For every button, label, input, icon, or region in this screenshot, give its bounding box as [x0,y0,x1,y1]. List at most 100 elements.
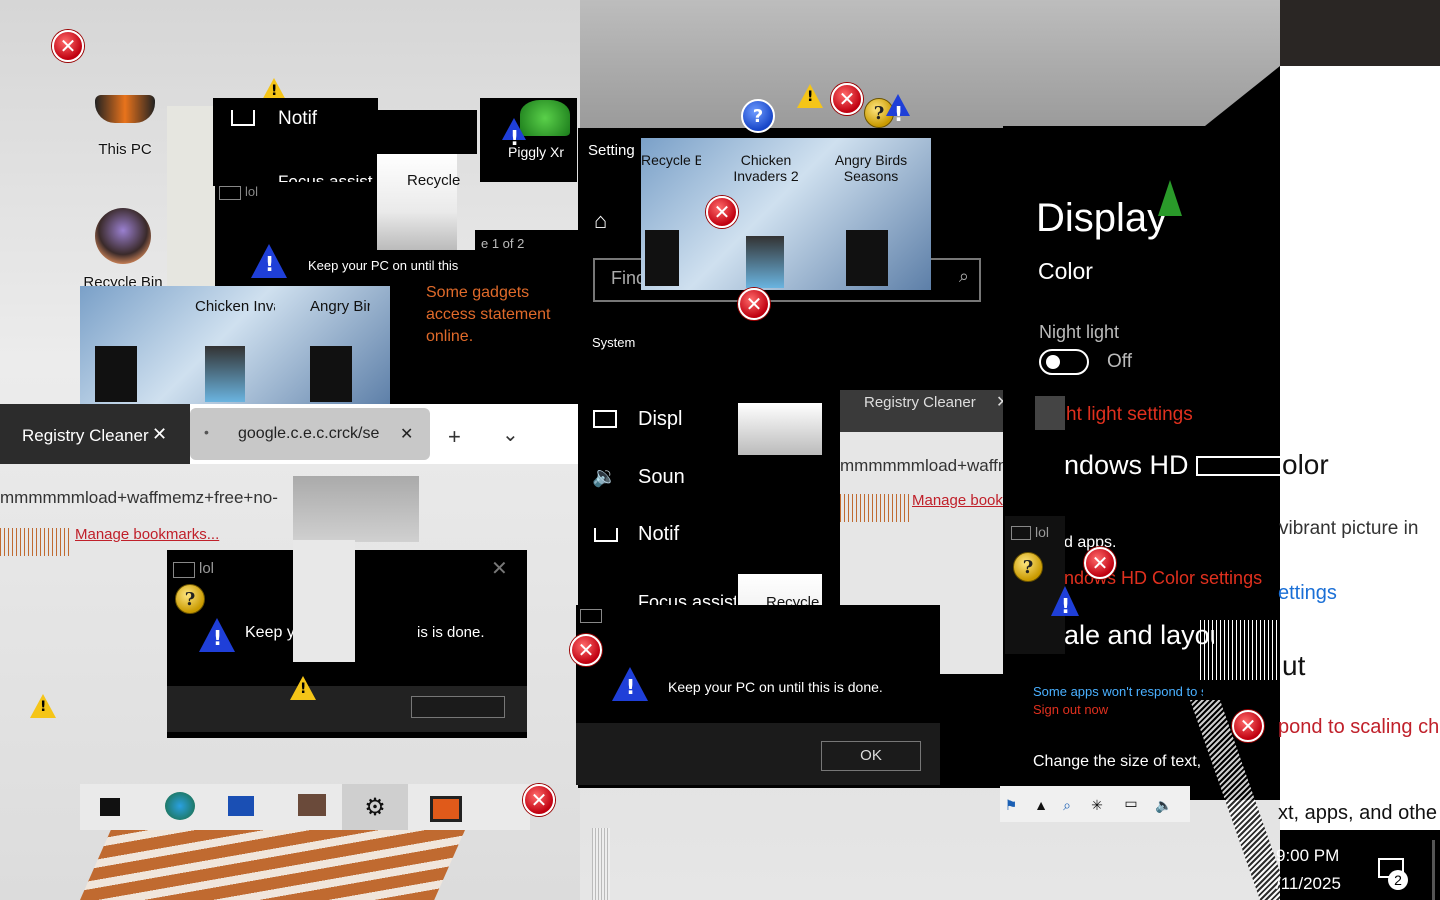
tab-dot-icon: • [204,424,209,440]
network-tray-icon[interactable]: ✳ [1088,796,1106,814]
monitor-icon [593,410,617,428]
browser-tab-registry-cleaner[interactable]: Registry Cleaner ✕ [0,404,190,464]
game-box-icon [746,236,784,288]
recycle-label: Recycle [407,172,461,189]
dialog-message: Keep y [245,624,295,641]
error-icon: ✕ [523,784,555,816]
game-box-icon [205,346,245,402]
christmas-tree-icon [1158,180,1182,216]
notif-nav-label: Notif [278,108,318,129]
error-icon: ✕ [706,196,738,228]
this-pc-desktop-icon[interactable]: This PC [80,95,170,165]
app-taskbar-icon[interactable] [430,796,462,822]
night-light-toggle[interactable] [1039,349,1089,375]
scale-layout-heading: ale and layout [1064,620,1214,650]
search-icon: ⌕ [958,266,969,286]
system-tray: ⚑ ▲ ⌕ ✳ ▭ 🔈 [1000,786,1190,822]
browser-tab-google[interactable]: • google.c.e.c.crck/se ✕ [190,408,430,460]
sign-out-link[interactable]: Sign out now [1033,702,1108,717]
windows-hd-color-heading-2: olor [1282,449,1329,480]
recycle-bin-label: Recycle Bin [641,152,701,168]
hd-color-box [1196,456,1282,476]
game-box-icon [846,230,888,286]
game-box-icon [645,230,679,286]
game-box-icon [310,346,352,402]
window-icon [1011,526,1031,540]
recycle-bin-desktop-icon[interactable]: Recycle Bin [78,208,168,298]
windows-hd-color-heading: ndows HD Color [1064,450,1194,480]
tab-menu-button[interactable]: ⌄ [502,422,519,447]
glitch-smear [1200,620,1280,680]
keep-pc-text: Keep your PC on until this [308,258,459,273]
system-label: System [592,335,636,350]
small-window-title: lol [245,184,259,199]
ink-tray-icon[interactable]: ▲ [1032,796,1050,814]
address-fragment: mmmmmmload+waffmemz+free+no- [0,488,278,507]
dialog-close-button[interactable]: ✕ [491,556,508,581]
ok-button[interactable] [411,696,505,718]
app-tray-icon[interactable]: ⚑ [1002,796,1020,814]
window-fragment [733,455,841,575]
some-apps-warning: Some apps won't respond to scaling ch [1033,684,1203,699]
page-indicator: e 1 of 2 [481,236,525,251]
settings-window-fragment: Notif Focus assist [213,98,378,186]
night-light-settings-link[interactable]: ht light settings [1066,404,1193,426]
clock-date[interactable]: /11/2025 [1276,874,1341,894]
bookmarks-bar-stripes [0,528,72,556]
scrollbar[interactable] [592,828,610,900]
action-center-button[interactable]: 2 [1376,856,1408,890]
dialog-title: lol [1035,524,1050,540]
glitch-stripes [80,830,465,900]
error-icon: ✕ [831,83,863,115]
settings-taskbar-icon[interactable]: ⚙ [342,784,408,830]
nav-item-notifications[interactable]: Notif [638,523,679,546]
piggly-icon [520,100,570,136]
change-size-text-2: xt, apps, and othe [1278,802,1438,824]
ok-button[interactable]: OK [821,741,921,771]
dialog-title: lol [199,560,215,577]
question-icon: ? [741,99,775,133]
show-desktop-strip[interactable] [1432,840,1435,900]
computer-icon [95,95,155,123]
home-icon[interactable]: ⌂ [594,208,607,234]
night-light-state: Off [1107,351,1132,372]
window-fragment [167,106,217,286]
help-icon: ? [1013,552,1043,582]
manage-bookmarks-link[interactable]: Manage bookmarks... [75,526,219,543]
game-box-icon [95,346,137,402]
scale-layout-heading-2: ut [1282,650,1306,681]
nav-item-sound[interactable]: Soun [638,466,685,489]
app-taskbar-icon[interactable] [298,794,326,816]
piggly-fragment: Piggly Xr [480,98,577,182]
dialog-message-2: is is done. [417,624,485,641]
close-icon[interactable]: ✕ [400,424,413,444]
bookmarks-bar-stripes [840,494,910,522]
search-tray-icon[interactable]: ⌕ [1058,796,1076,814]
clock-time[interactable]: 9:00 PM [1276,846,1339,866]
hd-color-settings-link-2[interactable]: ettings [1278,582,1337,605]
volume-tray-icon[interactable]: 🔈 [1155,796,1173,814]
desktop-background-right [1280,66,1440,900]
nav-item-display[interactable]: Displ [638,408,682,431]
game-thumbnail-collage: Recycle Bin Chicken Invaders 2 Angry Bir… [641,138,931,290]
browser-taskbar-icon[interactable] [165,792,195,820]
glitch-bar [1035,396,1065,430]
page-title: Display [1036,196,1168,240]
change-size-label: Change the size of text, apps, and other… [1033,753,1203,770]
display-tray-icon[interactable]: ▭ [1122,794,1140,812]
speaker-icon: 🔉 [592,466,617,488]
notification-count-badge: 2 [1388,870,1408,890]
nav-item-focus-assist[interactable]: Focus assist [638,592,736,606]
error-icon: ✕ [1232,710,1264,742]
window-fragment [293,540,355,662]
hd-color-description: vibrant picture in [1279,518,1419,539]
tab-label: Registry Cleaner [22,426,149,445]
desktop-background-top-right [1280,0,1440,66]
taskbar-left: ⚙ [80,784,530,830]
file-explorer-taskbar-icon[interactable] [228,796,254,816]
new-tab-button[interactable]: + [448,424,461,450]
start-button-icon[interactable] [100,798,120,816]
close-icon[interactable]: ✕ [152,424,167,445]
angry-birds-label: Angry Birds Seasons [834,152,908,184]
tab-label: google.c.e.c.crck/se [238,425,380,442]
